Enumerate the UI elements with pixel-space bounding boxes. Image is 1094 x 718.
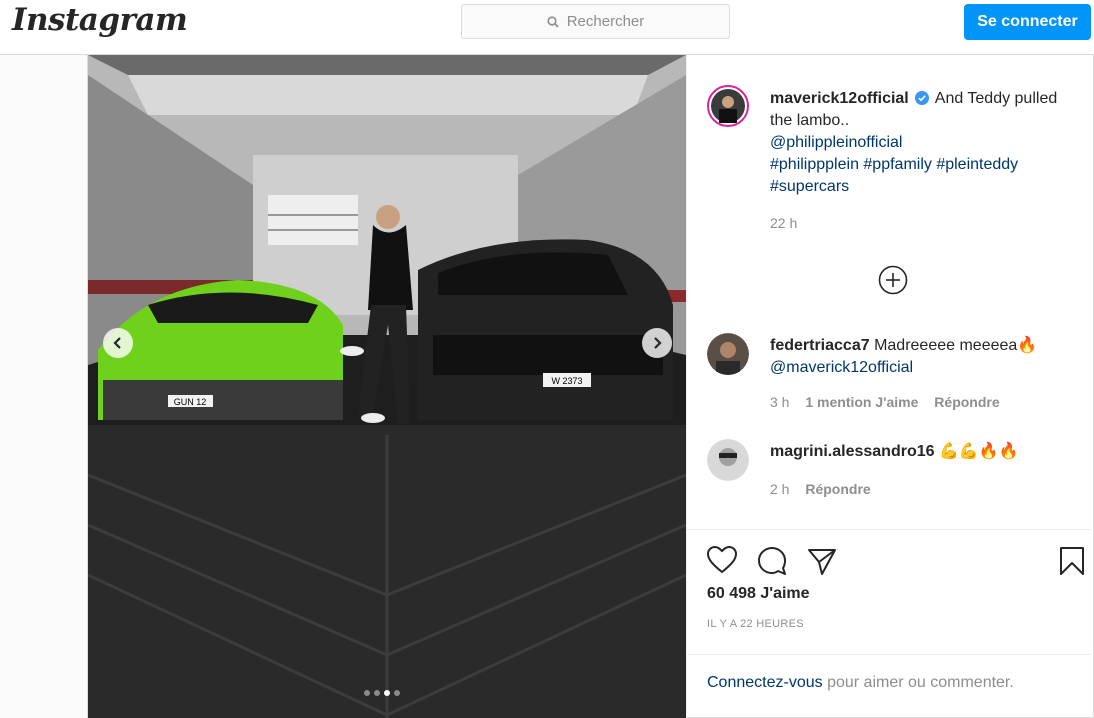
chevron-left-icon [113,337,121,349]
comment-icon[interactable] [757,546,787,576]
share-icon[interactable] [807,546,837,576]
caption-hashtags[interactable]: #philippplein #ppfamily #pleinteddy #sup… [770,156,1018,195]
comment-time: 2 h [770,481,790,497]
comment-text: Madreeeee meeeea🔥 [874,337,1038,354]
comment-meta: 2 h Répondre [770,481,883,497]
login-prompt-text: pour aimer ou commenter. [822,674,1014,691]
post-card: GUN 12 W 2373 maverick12official And Ted… [87,55,1094,718]
search-icon [547,15,559,28]
login-button[interactable]: Se connecter [964,4,1091,40]
author-avatar[interactable] [707,85,749,127]
commenter-avatar[interactable] [707,439,749,481]
next-photo-button[interactable] [642,328,672,358]
caption-mention[interactable]: @philippleinofficial [770,134,902,151]
bookmark-icon[interactable] [1059,546,1085,576]
carousel-indicator [364,690,400,696]
carousel-dot [394,690,400,696]
load-more-comments-icon[interactable] [878,265,908,295]
commenter-avatar[interactable] [707,333,749,375]
comment-item: federtriacca7 Madreeeee meeeea🔥 @maveric… [770,335,1070,379]
likes-count[interactable]: 60 498 J'aime [707,585,810,603]
prev-photo-button[interactable] [103,328,133,358]
comment-username[interactable]: federtriacca7 [770,337,870,354]
search-input[interactable]: Rechercher [461,4,730,39]
reply-button[interactable]: Répondre [934,394,999,410]
post-side-panel: maverick12official And Teddy pulled the … [686,55,1094,718]
comment-mention[interactable]: @maverick12official [770,359,913,376]
carousel-dot [364,690,370,696]
carousel-dot-active [384,690,390,696]
search-placeholder: Rechercher [566,13,645,30]
comment-meta: 3 h 1 mention J'aime Répondre [770,394,1012,410]
chevron-right-icon [654,337,662,349]
license-plate-right: W 2373 [551,376,582,386]
comment-username[interactable]: magrini.alessandro16 [770,443,935,460]
comment-likes[interactable]: 1 mention J'aime [805,394,918,410]
login-prompt: Connectez-vous pour aimer ou commenter. [687,654,1094,718]
garage-photo: GUN 12 W 2373 [88,55,686,718]
comment-time: 3 h [770,394,790,410]
login-link[interactable]: Connectez-vous [707,674,823,691]
top-header: Instagram Rechercher Se connecter [0,0,1094,55]
post-photo[interactable]: GUN 12 W 2373 [88,55,686,718]
reply-button[interactable]: Répondre [805,481,870,497]
comment-item: magrini.alessandro16 💪💪🔥🔥 [770,441,1070,463]
post-time: IL Y A 22 HEURES [707,618,804,630]
author-username[interactable]: maverick12official [770,90,909,107]
license-plate-left: GUN 12 [174,397,207,407]
heart-icon[interactable] [707,546,737,574]
instagram-logo[interactable]: Instagram [12,2,188,38]
carousel-dot [374,690,380,696]
caption-time: 22 h [770,215,798,231]
post-caption: maverick12official And Teddy pulled the … [770,88,1070,198]
comment-text: 💪💪🔥🔥 [938,443,1019,460]
verified-badge-icon [915,91,930,105]
